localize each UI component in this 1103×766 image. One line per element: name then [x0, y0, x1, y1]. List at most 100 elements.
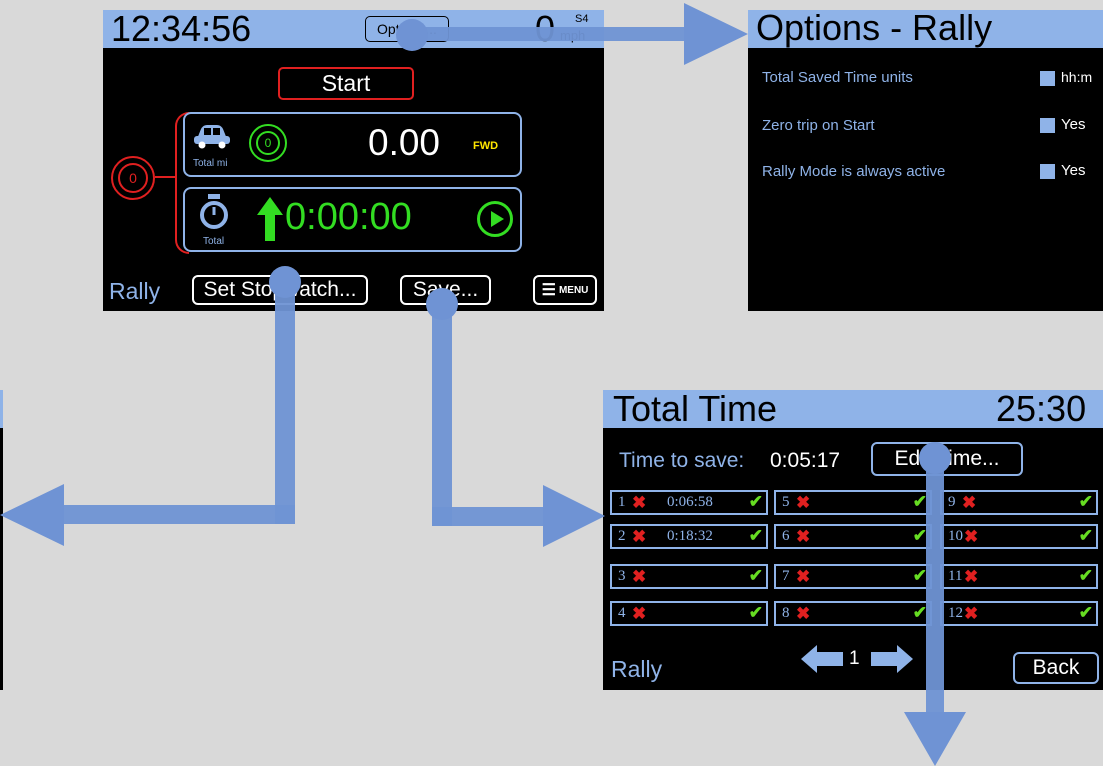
slot-number: 5 — [782, 494, 790, 510]
confirm-icon[interactable]: ✔ — [749, 526, 763, 546]
confirm-icon[interactable]: ✔ — [749, 603, 763, 623]
flow-options-arrowhead — [684, 3, 748, 65]
option-label: Total Saved Time units — [762, 69, 913, 86]
delete-icon[interactable]: ✖ — [796, 604, 810, 624]
stopwatch-label: Total — [203, 236, 225, 247]
trip-panel[interactable]: Total mi 0 0.00 FWD — [183, 112, 522, 177]
confirm-icon[interactable]: ✔ — [913, 492, 927, 512]
next-page-icon[interactable] — [871, 645, 913, 673]
delete-icon[interactable]: ✖ — [796, 527, 810, 547]
trip-reset-glyph: 0 — [264, 136, 272, 150]
time-to-save-value: 0:05:17 — [770, 449, 841, 472]
trip-value: 0.00 — [368, 122, 441, 163]
main-screen: 12:34:56 Options... 0 S4 mph Start 0 Tot… — [103, 10, 604, 311]
play-icon[interactable] — [477, 201, 513, 237]
options-title-bar: Options - Rally — [748, 10, 1103, 48]
delete-icon[interactable]: ✖ — [962, 493, 976, 513]
flow-stopwatch-horizontal — [60, 505, 295, 524]
total-time-clock: 25:30 — [996, 390, 1087, 429]
option-value[interactable]: hh:m — [1040, 69, 1092, 86]
slot-number: 6 — [782, 528, 790, 544]
reset-all-glyph: 0 — [129, 170, 137, 186]
prev-page-icon[interactable] — [801, 645, 843, 673]
stopwatch-panel[interactable]: Total 0:00:00 — [183, 187, 522, 252]
confirm-icon[interactable]: ✔ — [749, 492, 763, 512]
save-slot[interactable]: 7 ✖ ✔ — [774, 564, 932, 589]
save-slot[interactable]: 3 ✖ ✔ — [610, 564, 768, 589]
slot-number: 8 — [782, 605, 790, 621]
stopwatch-value: 0:00:00 — [285, 196, 412, 238]
back-button-label: Back — [1032, 656, 1080, 679]
save-slot[interactable]: 8 ✖ ✔ — [774, 601, 932, 626]
menu-icon: ☰ — [541, 282, 556, 299]
speed-tag: S4 — [575, 13, 589, 25]
options-title: Options - Rally — [756, 10, 993, 48]
save-slot[interactable]: 12 ✖ ✔ — [940, 601, 1098, 626]
delete-icon[interactable]: ✖ — [964, 604, 978, 624]
slot-number: 7 — [782, 568, 790, 584]
slot-number: 3 — [618, 568, 626, 584]
confirm-icon[interactable]: ✔ — [913, 526, 927, 546]
delete-icon[interactable]: ✖ — [964, 527, 978, 547]
save-slot[interactable]: 10 ✖ ✔ — [940, 524, 1098, 549]
trip-mode: FWD — [473, 140, 499, 152]
back-button[interactable]: Back — [1013, 652, 1099, 684]
confirm-icon[interactable]: ✔ — [749, 566, 763, 586]
flow-edit-vertical — [926, 455, 944, 717]
reset-all-icon[interactable]: 0 — [111, 156, 155, 200]
start-button[interactable]: Start — [278, 67, 414, 100]
total-time-title-bar: Total Time 25:30 — [603, 390, 1103, 429]
bracket-link — [155, 176, 175, 178]
save-slot[interactable]: 5 ✖ ✔ — [774, 490, 932, 515]
option-value[interactable]: Yes — [1040, 162, 1085, 179]
confirm-icon[interactable]: ✔ — [913, 566, 927, 586]
car-icon — [194, 125, 230, 149]
delete-icon[interactable]: ✖ — [632, 604, 646, 624]
save-slot[interactable]: 4 ✖ ✔ — [610, 601, 768, 626]
delete-icon[interactable]: ✖ — [632, 567, 646, 587]
slot-time: 0:06:58 — [667, 494, 713, 510]
save-slot[interactable]: 6 ✖ ✔ — [774, 524, 932, 549]
checkbox — [1040, 117, 1055, 133]
slot-number: 4 — [618, 605, 626, 621]
menu-button-label: MENU — [558, 284, 589, 296]
flow-stopwatch-dot — [269, 266, 301, 298]
flow-save-dot — [426, 288, 458, 320]
confirm-icon[interactable]: ✔ — [913, 603, 927, 623]
confirm-icon[interactable]: ✔ — [1079, 566, 1093, 586]
total-mode-label: Rally — [611, 656, 663, 682]
trip-reset-icon[interactable]: 0 — [249, 124, 287, 162]
delete-icon[interactable]: ✖ — [632, 527, 646, 547]
arrow-up-icon — [257, 197, 283, 241]
save-slot[interactable]: 2 ✖ 0:18:32 ✔ — [610, 524, 768, 549]
option-value-text: Yes — [1061, 116, 1086, 133]
option-label: Rally Mode is always active — [762, 163, 946, 180]
option-label: Zero trip on Start — [762, 117, 875, 134]
flow-save-vertical — [432, 302, 452, 526]
flow-stopwatch-arrowhead — [0, 484, 64, 546]
delete-icon[interactable]: ✖ — [964, 567, 978, 587]
checkbox — [1040, 163, 1055, 179]
total-time-title: Total Time — [613, 390, 778, 429]
flow-save-horizontal — [432, 507, 546, 526]
confirm-icon[interactable]: ✔ — [1079, 492, 1093, 512]
flow-stopwatch-vertical — [275, 282, 295, 524]
confirm-icon[interactable]: ✔ — [1079, 603, 1093, 623]
delete-icon[interactable]: ✖ — [632, 493, 646, 513]
slot-number: 2 — [618, 528, 626, 544]
confirm-icon[interactable]: ✔ — [1079, 526, 1093, 546]
slot-number: 10 — [948, 528, 963, 544]
save-slot[interactable]: 1 ✖ 0:06:58 ✔ — [610, 490, 768, 515]
menu-button[interactable]: ☰ MENU — [533, 275, 597, 305]
delete-icon[interactable]: ✖ — [796, 493, 810, 513]
flow-options-line — [410, 27, 690, 41]
stopwatch-icon — [200, 194, 228, 229]
save-slot[interactable]: 9 ✖ ✔ — [940, 490, 1098, 515]
flow-save-arrowhead — [543, 485, 605, 547]
save-slot[interactable]: 11 ✖ ✔ — [940, 564, 1098, 589]
delete-icon[interactable]: ✖ — [796, 567, 810, 587]
trip-label: Total mi — [193, 158, 228, 169]
clock-display: 12:34:56 — [111, 10, 252, 49]
option-value-text: Yes — [1061, 162, 1086, 179]
option-value[interactable]: Yes — [1040, 116, 1085, 133]
